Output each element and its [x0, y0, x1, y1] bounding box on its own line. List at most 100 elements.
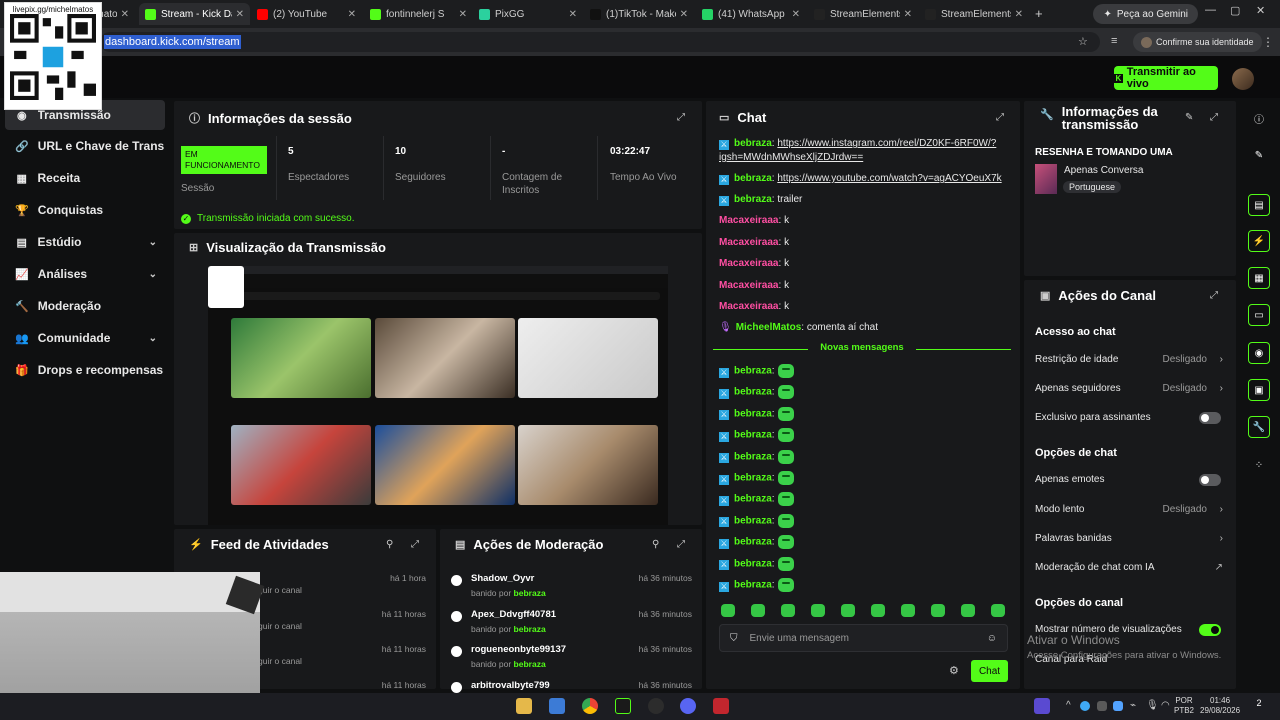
sidebar-item-7[interactable]: 👥 Comunidade ⌄ — [5, 323, 165, 353]
emote-picker-icon[interactable] — [991, 604, 1005, 617]
edit-icon[interactable]: ✎ — [1185, 112, 1193, 123]
chat-username[interactable]: Macaxeiraaa — [719, 258, 779, 269]
tray-chevron-icon[interactable]: ^ — [1066, 700, 1071, 711]
network-icon[interactable] — [1113, 701, 1123, 711]
chat-username[interactable]: bebraza — [734, 537, 772, 548]
close-window-icon[interactable]: ✕ — [1256, 4, 1265, 17]
moderation-rail-icon[interactable]: ▦ — [1248, 267, 1270, 289]
new-tab-icon[interactable]: + — [1035, 6, 1043, 21]
close-tab-icon[interactable]: ✕ — [1015, 9, 1023, 20]
ai-moderation-row[interactable]: Moderação de chat com IA ↗ — [1035, 562, 1225, 573]
bolt-rail-icon[interactable]: ⚡ — [1248, 230, 1270, 252]
emote-picker-icon[interactable] — [871, 604, 885, 617]
emote-picker-icon[interactable] — [781, 604, 795, 617]
info-rail-icon[interactable]: ⓘ — [1248, 107, 1270, 129]
browser-tab[interactable]: Stream - Kick Dash✕ — [139, 3, 250, 25]
browser-tab[interactable]: StreamElements ✕ — [919, 3, 1029, 25]
edit-rail-icon[interactable]: ✎ — [1248, 144, 1270, 166]
chat-username[interactable]: bebraza — [734, 387, 772, 398]
bookmark-star-icon[interactable]: ☆ — [1078, 35, 1088, 48]
send-chat-button[interactable]: Chat — [971, 660, 1008, 682]
filter-icon[interactable]: ⚲ — [652, 539, 659, 550]
chat-username[interactable]: bebraza — [734, 366, 772, 377]
tray-app-icon[interactable] — [1034, 698, 1050, 714]
keyboard-language[interactable]: POR PTB2 — [1174, 696, 1194, 716]
chat-username[interactable]: bebraza — [734, 558, 772, 569]
chat-link[interactable]: igsh=MWdnMWhseXljZDJrdw== — [719, 152, 863, 163]
chat-username[interactable]: bebraza — [734, 430, 772, 441]
chat-username[interactable]: bebraza — [734, 580, 772, 591]
subscribers-only-toggle[interactable] — [1199, 411, 1221, 424]
paint-icon[interactable] — [549, 698, 565, 714]
close-tab-icon[interactable]: ✕ — [792, 9, 800, 20]
expand-icon[interactable]: ⤢ — [411, 539, 419, 550]
filter-icon[interactable]: ⚲ — [386, 539, 393, 550]
confirm-identity-button[interactable]: Confirme sua identidade — [1133, 32, 1262, 52]
go-live-button[interactable]: K Transmitir ao vivo — [1114, 66, 1218, 90]
expand-icon[interactable]: ⤢ — [677, 112, 685, 123]
chat-username[interactable]: Macaxeiraaa — [719, 280, 779, 291]
emote-picker-icon[interactable] — [841, 604, 855, 617]
sidebar-item-2[interactable]: ▦ Receita — [5, 163, 165, 193]
emote-picker-icon[interactable] — [931, 604, 945, 617]
sidebar-item-4[interactable]: ▤ Estúdio ⌄ — [5, 227, 165, 257]
expand-icon[interactable]: ⤢ — [1210, 112, 1218, 123]
emote-picker-icon[interactable] — [721, 604, 735, 617]
usb-icon[interactable]: ⌁ — [1130, 700, 1136, 711]
browser-tab[interactable]: (41) WhatsApp ✕ — [696, 3, 806, 25]
channel-rail-icon[interactable]: ▣ — [1248, 379, 1270, 401]
discord-icon[interactable] — [680, 698, 696, 714]
chat-settings-gear-icon[interactable]: ⚙ — [949, 664, 959, 677]
sidebar-item-3[interactable]: 🏆 Conquistas — [5, 195, 165, 225]
browser-tab[interactable]: fontinnelerj S ✕ — [364, 3, 473, 25]
notification-center-icon[interactable]: 2 — [1250, 698, 1268, 714]
sidebar-item-8[interactable]: 🎁 Drops e recompensas — [5, 355, 165, 385]
video-editor-icon[interactable] — [713, 698, 729, 714]
chat-input[interactable]: ⛉ Envie uma mensagem ☺ — [719, 624, 1008, 652]
clock[interactable]: 01:46 29/08/2026 — [1200, 696, 1240, 716]
chat-username[interactable]: bebraza — [734, 408, 772, 419]
emotes-only-toggle[interactable] — [1199, 473, 1221, 486]
stream-preview[interactable] — [208, 266, 668, 525]
onedrive-icon[interactable] — [1080, 701, 1090, 711]
chat-username[interactable]: Macaxeiraaa — [719, 301, 779, 312]
wifi-icon[interactable]: ◠ — [1161, 700, 1170, 711]
chat-link[interactable]: https://www.youtube.com/watch?v=agACYOeu… — [777, 173, 1001, 184]
kick-app-icon[interactable] — [615, 698, 631, 714]
slow-mode-row[interactable]: Modo lento Desligado › — [1035, 504, 1225, 515]
chat-username[interactable]: Macaxeiraaa — [719, 215, 779, 226]
emote-picker-icon[interactable] — [901, 604, 915, 617]
chat-username[interactable]: bebraza — [734, 194, 772, 205]
expand-icon[interactable]: ⤢ — [677, 539, 685, 550]
session-rail-icon[interactable]: ▤ — [1248, 194, 1270, 216]
age-restriction-row[interactable]: Restrição de idade Desligado › — [1035, 354, 1225, 365]
microphone-icon[interactable]: 🎙 — [1146, 700, 1159, 711]
wrench-rail-icon[interactable]: 🔧 — [1248, 416, 1270, 438]
tray-icon[interactable] — [1097, 701, 1107, 711]
chat-username[interactable]: Macaxeiraaa — [719, 237, 779, 248]
minimize-icon[interactable]: — — [1205, 4, 1216, 16]
browser-tab[interactable]: (2) YouTube ✕ — [251, 3, 362, 25]
banned-words-row[interactable]: Palavras banidas › — [1035, 533, 1225, 544]
chat-username[interactable]: bebraza — [734, 138, 772, 149]
close-tab-icon[interactable]: ✕ — [569, 9, 577, 20]
chat-username[interactable]: bebraza — [734, 173, 772, 184]
browser-menu-icon[interactable]: ⋮ — [1262, 35, 1274, 49]
browser-tab[interactable]: PixGG ✕ — [473, 3, 583, 25]
browser-tab[interactable]: (1)TikTok - Make ✕ — [584, 3, 694, 25]
close-tab-icon[interactable]: ✕ — [348, 9, 356, 20]
close-tab-icon[interactable]: ✕ — [236, 9, 244, 20]
preview-rail-icon[interactable]: ◉ — [1248, 342, 1270, 364]
chat-username[interactable]: bebraza — [734, 451, 772, 462]
emote-picker-icon[interactable] — [811, 604, 825, 617]
url-input[interactable]: dashboard.kick.com/stream — [100, 32, 1100, 52]
browser-tab[interactable]: StreamElements ✕ — [808, 3, 918, 25]
chat-link[interactable]: https://www.instagram.com/reel/DZ0KF-6RF… — [777, 138, 996, 149]
sidebar-item-1[interactable]: 🔗URL e Chave de Transmissão — [5, 131, 165, 161]
followers-only-row[interactable]: Apenas seguidores Desligado › — [1035, 383, 1225, 394]
apps-rail-icon[interactable]: ⁘ — [1248, 454, 1270, 476]
close-tab-icon[interactable]: ✕ — [121, 9, 129, 20]
expand-icon[interactable]: ⤢ — [1210, 290, 1218, 301]
chat-username[interactable]: bebraza — [734, 473, 772, 484]
chat-username[interactable]: MicheelMatos — [736, 322, 802, 333]
